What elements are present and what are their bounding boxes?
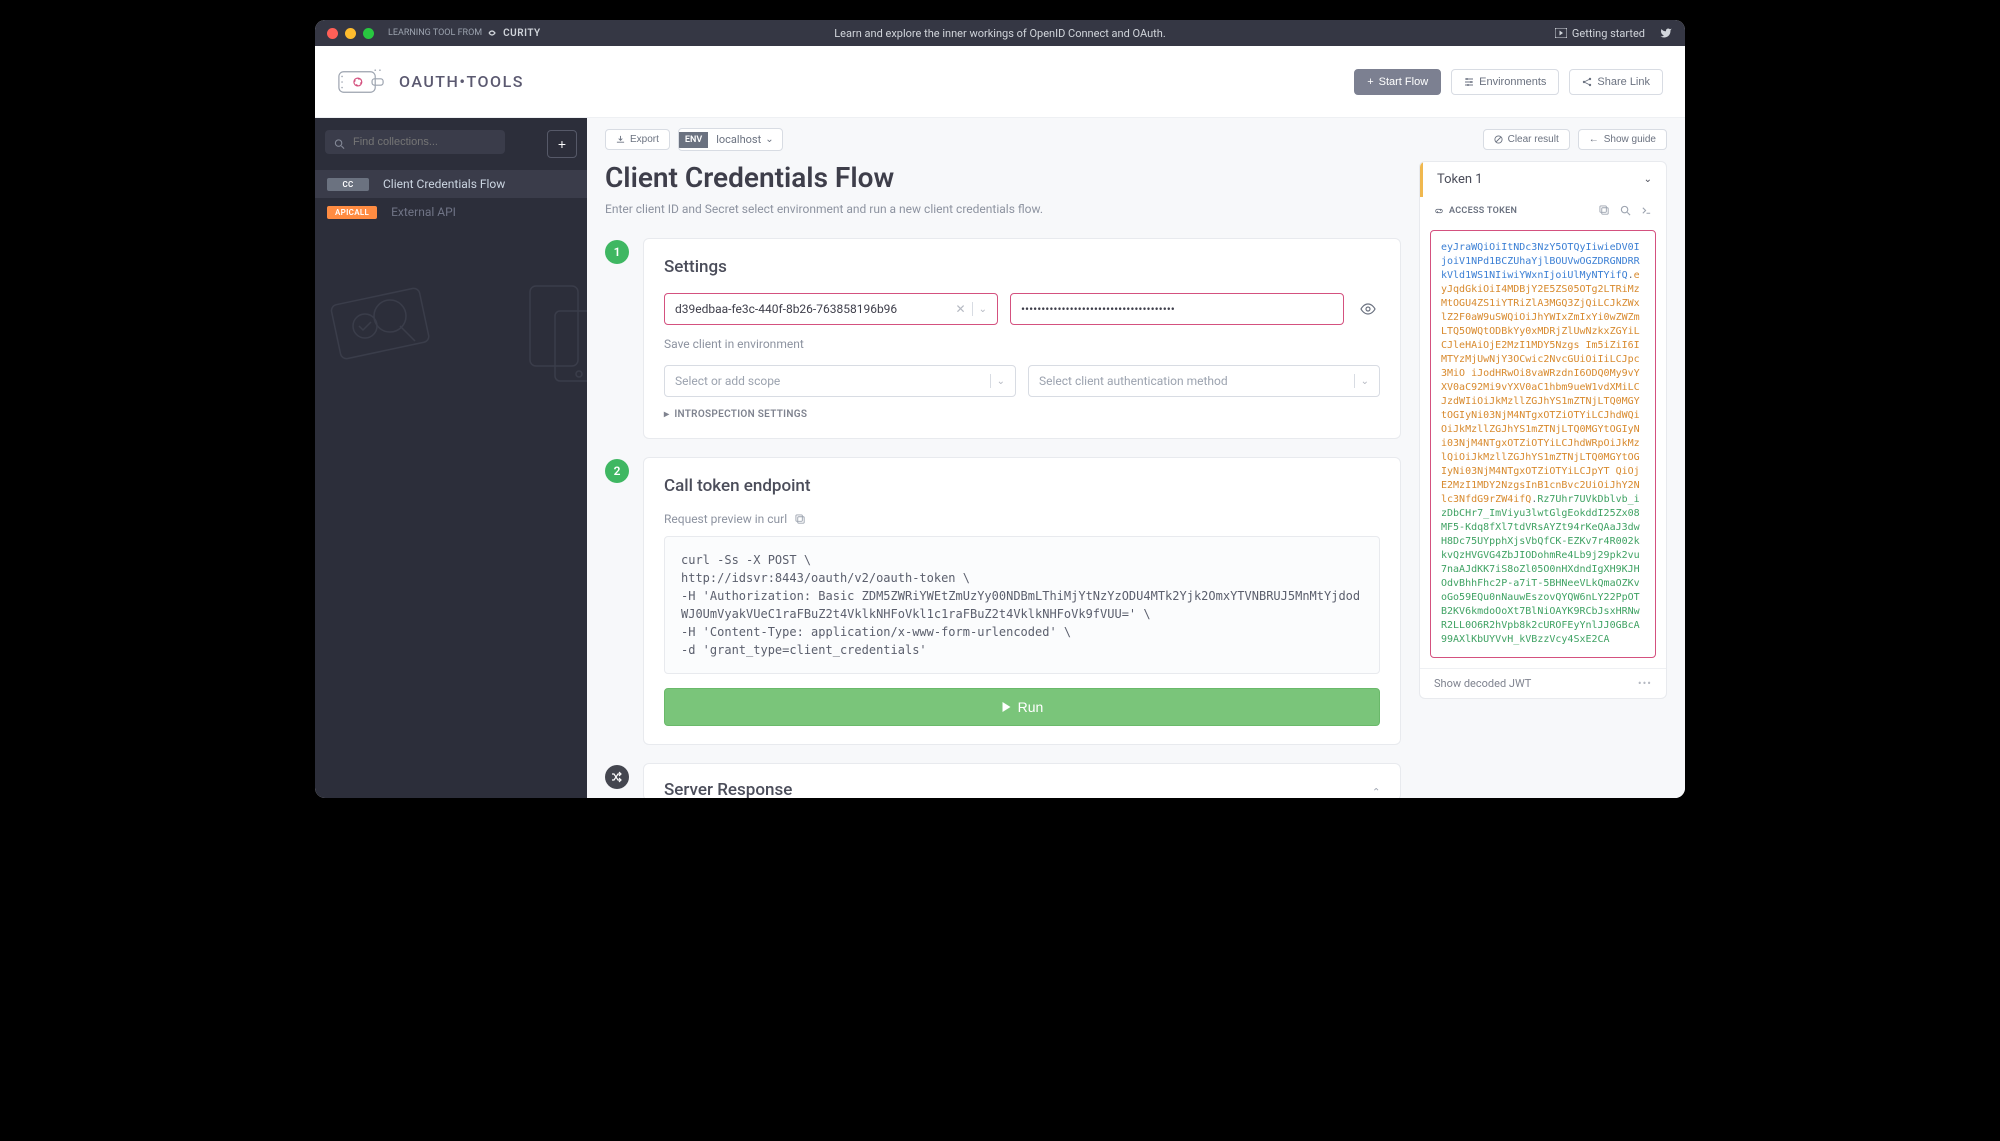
minimize-window[interactable] bbox=[345, 28, 356, 39]
sidebar-item-label: Client Credentials Flow bbox=[383, 177, 505, 191]
twitter-icon[interactable] bbox=[1659, 27, 1673, 39]
prohibit-icon bbox=[1494, 135, 1503, 144]
scope-select[interactable]: Select or add scope ⌄ bbox=[664, 365, 1016, 397]
getting-started-link[interactable]: Getting started bbox=[1555, 27, 1645, 40]
start-flow-button[interactable]: + Start Flow bbox=[1354, 69, 1441, 95]
apicall-tag: APICALL bbox=[327, 206, 377, 219]
curl-preview: curl -Ss -X POST \ http://idsvr:8443/oau… bbox=[664, 536, 1380, 674]
download-icon bbox=[616, 135, 625, 144]
curity-logo: CURITY bbox=[488, 28, 541, 39]
app-header: OAUTH•TOOLS + Start Flow Environments Sh… bbox=[315, 46, 1685, 118]
call-endpoint-title: Call token endpoint bbox=[664, 476, 1380, 496]
call-endpoint-card: Call token endpoint Request preview in c… bbox=[643, 457, 1401, 745]
right-column: Token 1 ⌄ ACCESS TOKEN bbox=[1419, 161, 1667, 798]
step-1: 1 Settings d39edbaa-fe3c-440f-8b26-76385… bbox=[605, 238, 1401, 439]
clear-result-button[interactable]: Clear result bbox=[1483, 129, 1570, 150]
play-icon bbox=[1001, 701, 1012, 713]
run-button[interactable]: Run bbox=[664, 688, 1380, 726]
introspection-settings-toggle[interactable]: ▸ INTROSPECTION SETTINGS bbox=[664, 409, 1380, 420]
main-content: Export ENV localhost ⌄ Clear result ← Sh bbox=[587, 118, 1685, 798]
content-columns: Client Credentials Flow Enter client ID … bbox=[587, 161, 1685, 798]
chevron-down-icon: ⌄ bbox=[997, 376, 1005, 387]
toggle-secret-visibility[interactable] bbox=[1356, 296, 1380, 323]
chevron-down-icon: ⌄ bbox=[765, 134, 773, 145]
show-decoded-jwt[interactable]: Show decoded JWT ••• bbox=[1420, 668, 1666, 698]
token-header[interactable]: Token 1 ⌄ bbox=[1420, 162, 1666, 197]
logo-text: OAUTH•TOOLS bbox=[399, 72, 524, 91]
client-id-input[interactable]: d39edbaa-fe3c-440f-8b26-763858196b96 ✕ ⌄ bbox=[664, 293, 998, 325]
chevron-down-icon: ⌄ bbox=[1644, 174, 1652, 185]
step-2: 2 Call token endpoint Request preview in… bbox=[605, 457, 1401, 745]
learning-tool-label: LEARNING TOOL FROM CURITY bbox=[388, 28, 541, 39]
step-3-number bbox=[605, 765, 629, 789]
save-client-link[interactable]: Save client in environment bbox=[664, 337, 1380, 351]
client-secret-input[interactable]: •••••••••••••••••••••••••••••••••••••• bbox=[1010, 293, 1344, 325]
close-window[interactable] bbox=[327, 28, 338, 39]
traffic-lights bbox=[327, 28, 374, 39]
terminal-icon[interactable] bbox=[1641, 205, 1652, 216]
search-icon[interactable] bbox=[1620, 205, 1631, 216]
sidebar: + CC Client Credentials Flow APICALL Ext… bbox=[315, 118, 587, 798]
app-window: LEARNING TOOL FROM CURITY Learn and expl… bbox=[315, 20, 1685, 798]
sidebar-illustration bbox=[315, 256, 587, 400]
request-preview-label: Request preview in curl bbox=[664, 512, 1380, 526]
token-type-row: ACCESS TOKEN bbox=[1420, 197, 1666, 224]
more-icon[interactable]: ••• bbox=[1638, 677, 1652, 690]
share-icon bbox=[1582, 77, 1592, 87]
maximize-window[interactable] bbox=[363, 28, 374, 39]
step-2-number: 2 bbox=[605, 459, 629, 483]
jwt-token-display[interactable]: eyJraWQiOiItNDc3NzY5OTQyIiwieDV0IjoiV1NP… bbox=[1430, 230, 1656, 658]
page-subtitle: Enter client ID and Secret select enviro… bbox=[605, 202, 1401, 216]
environment-selector[interactable]: ENV localhost ⌄ bbox=[678, 128, 783, 151]
sidebar-item-external-api[interactable]: APICALL External API bbox=[315, 198, 587, 226]
sidebar-search-row: + bbox=[315, 118, 587, 170]
shuffle-icon bbox=[611, 771, 623, 783]
titlebar: LEARNING TOOL FROM CURITY Learn and expl… bbox=[315, 20, 1685, 46]
step-3: Server Response ⌄ bbox=[605, 763, 1401, 798]
arrow-left-icon: ← bbox=[1589, 134, 1599, 145]
settings-title: Settings bbox=[664, 257, 1380, 277]
copy-icon[interactable] bbox=[795, 514, 806, 525]
environments-button[interactable]: Environments bbox=[1451, 69, 1559, 95]
share-link-button[interactable]: Share Link bbox=[1569, 69, 1663, 95]
app-body: + CC Client Credentials Flow APICALL Ext… bbox=[315, 118, 1685, 798]
content-toolbar: Export ENV localhost ⌄ Clear result ← Sh bbox=[587, 118, 1685, 161]
copy-icon[interactable] bbox=[1599, 205, 1610, 216]
auth-method-select[interactable]: Select client authentication method ⌄ bbox=[1028, 365, 1380, 397]
clear-icon[interactable]: ✕ bbox=[956, 302, 966, 316]
step-1-number: 1 bbox=[605, 240, 629, 264]
sliders-icon bbox=[1464, 77, 1474, 87]
sidebar-item-client-credentials[interactable]: CC Client Credentials Flow bbox=[315, 170, 587, 198]
oauth-tools-logo-icon bbox=[337, 67, 385, 97]
cc-tag: CC bbox=[327, 178, 369, 191]
search-icon bbox=[334, 135, 345, 154]
chevron-down-icon[interactable]: ⌄ bbox=[979, 304, 987, 315]
titlebar-actions: Getting started bbox=[1555, 27, 1673, 40]
chevron-down-icon: ⌄ bbox=[1361, 376, 1369, 387]
server-response-card: Server Response ⌄ bbox=[643, 763, 1401, 798]
titlebar-tagline: Learn and explore the inner workings of … bbox=[834, 27, 1165, 40]
settings-card: Settings d39edbaa-fe3c-440f-8b26-7638581… bbox=[643, 238, 1401, 439]
page-title: Client Credentials Flow bbox=[605, 161, 1401, 194]
env-value: localhost ⌄ bbox=[708, 129, 781, 150]
search-input[interactable] bbox=[325, 130, 505, 154]
sidebar-item-label: External API bbox=[391, 205, 456, 219]
show-guide-button[interactable]: ← Show guide bbox=[1578, 129, 1667, 150]
token-card: Token 1 ⌄ ACCESS TOKEN bbox=[1419, 161, 1667, 699]
logo-block: OAUTH•TOOLS bbox=[337, 67, 524, 97]
header-actions: + Start Flow Environments Share Link bbox=[1354, 69, 1663, 95]
triangle-right-icon: ▸ bbox=[664, 409, 669, 420]
export-button[interactable]: Export bbox=[605, 129, 670, 150]
play-icon bbox=[1555, 28, 1567, 38]
env-badge: ENV bbox=[679, 132, 708, 148]
plus-icon: + bbox=[1367, 76, 1373, 88]
chevron-up-icon[interactable]: ⌄ bbox=[1372, 785, 1380, 796]
link-icon bbox=[1434, 206, 1444, 216]
server-response-title: Server Response bbox=[664, 780, 792, 798]
add-collection-button[interactable]: + bbox=[547, 130, 577, 158]
center-column: Client Credentials Flow Enter client ID … bbox=[605, 161, 1401, 798]
